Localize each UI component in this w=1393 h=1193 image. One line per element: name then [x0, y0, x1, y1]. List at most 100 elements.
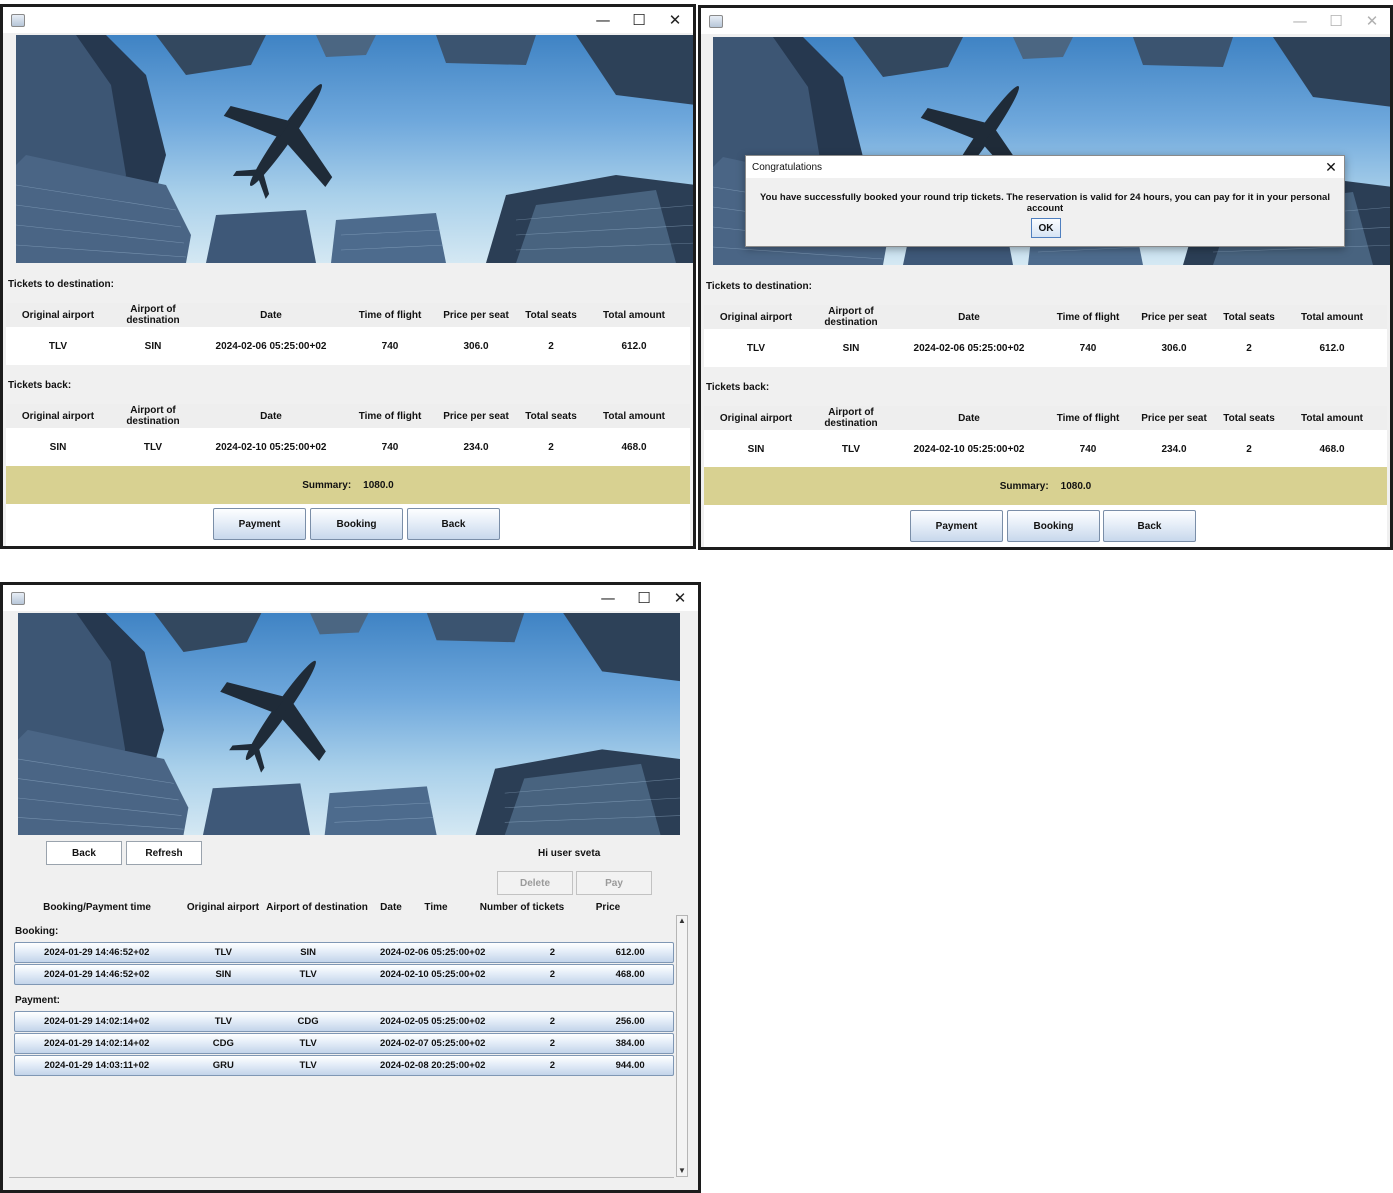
hero-banner	[18, 613, 680, 835]
back-button[interactable]: Back	[1103, 510, 1196, 542]
summary-value: 1080.0	[1060, 480, 1092, 492]
cell: 2024-02-10 05:25:00+02	[215, 441, 327, 453]
cell: 2	[1246, 342, 1252, 354]
cell: SIN	[49, 441, 67, 453]
summary-value: 1080.0	[363, 479, 394, 491]
table-header: Original airport Airport of destination …	[6, 303, 690, 327]
col-seats: Total seats	[525, 309, 577, 321]
back-button[interactable]: Back	[46, 841, 122, 865]
cell: 468.0	[1319, 443, 1345, 455]
close-icon[interactable]: ✕	[662, 585, 698, 611]
summary-bar: Summary: 1080.0	[6, 466, 690, 504]
tickets-back-label: Tickets back:	[706, 382, 770, 393]
cell: 2024-01-29 14:02:14+02	[44, 1038, 150, 1049]
minimize-icon[interactable]: —	[590, 585, 626, 611]
ok-button[interactable]: OK	[1031, 218, 1061, 238]
col-seats: Total seats	[525, 410, 577, 422]
maximize-icon[interactable]: ☐	[1318, 8, 1354, 34]
hero-banner	[16, 35, 693, 263]
cell: 2024-02-10 05:25:00+02	[913, 443, 1025, 455]
summary-label: Summary:	[302, 479, 352, 491]
col-original-airport: Original airport	[186, 901, 260, 913]
col-time: Time of flight	[1056, 311, 1120, 323]
table-row: SIN TLV 2024-02-10 05:25:00+02 740 234.0…	[704, 430, 1387, 468]
java-app-icon	[709, 14, 723, 28]
refresh-button[interactable]: Refresh	[126, 841, 202, 865]
payment-button[interactable]: Payment	[910, 510, 1003, 542]
booking-button[interactable]: Booking	[310, 508, 403, 540]
cell: 2024-02-10 05:25:00+02	[380, 969, 486, 980]
cell: 2024-02-05 05:25:00+02	[380, 1016, 486, 1027]
cell: SIN	[747, 443, 765, 455]
booking-window-confirmation: — ☐ ✕ Tickets to destination: Original a…	[698, 5, 1393, 550]
cell: 2024-01-29 14:46:52+02	[44, 969, 150, 980]
list-item[interactable]: 2024-01-29 14:02:14+02 TLV CDG 2024-02-0…	[14, 1011, 674, 1032]
cell: 612.0	[1319, 342, 1345, 354]
cell: 740	[1079, 342, 1097, 354]
sky-buildings-image	[18, 613, 680, 835]
tickets-to-label: Tickets to destination:	[706, 281, 812, 292]
booking-group-label: Booking:	[15, 926, 59, 937]
close-icon[interactable]: ✕	[1318, 159, 1344, 176]
cell: 2	[1246, 443, 1252, 455]
cell: 2024-01-29 14:03:11+02	[44, 1060, 150, 1071]
cell: TLV	[48, 340, 68, 352]
cell: TLV	[299, 969, 317, 980]
back-button[interactable]: Back	[407, 508, 500, 540]
minimize-icon[interactable]: —	[585, 7, 621, 33]
col-date: Date	[958, 311, 980, 323]
cell: 2	[549, 1060, 555, 1071]
cell: 256.00	[615, 1016, 645, 1027]
vertical-scrollbar[interactable]: ▲ ▼	[676, 915, 688, 1177]
cell: TLV	[214, 947, 232, 958]
booking-button[interactable]: Booking	[1007, 510, 1100, 542]
scroll-down-icon[interactable]: ▼	[677, 1166, 687, 1176]
col-total: Total amount	[602, 410, 666, 422]
minimize-icon[interactable]: —	[1282, 8, 1318, 34]
close-icon[interactable]: ✕	[1354, 8, 1390, 34]
col-seats: Total seats	[1223, 412, 1275, 424]
col-destination: Airport of destination	[126, 405, 180, 427]
cell: 468.0	[621, 441, 647, 453]
close-icon[interactable]: ✕	[657, 7, 693, 33]
maximize-icon[interactable]: ☐	[621, 7, 657, 33]
cell: CDG	[297, 1016, 319, 1027]
cell: TLV	[299, 1038, 317, 1049]
cell: 2024-02-06 05:25:00+02	[215, 340, 327, 352]
payment-button[interactable]: Payment	[213, 508, 306, 540]
cell: 2024-02-08 20:25:00+02	[380, 1060, 486, 1071]
cell: 740	[1079, 443, 1097, 455]
table-row: TLV SIN 2024-02-06 05:25:00+02 740 306.0…	[6, 327, 690, 365]
col-date: Date	[260, 309, 282, 321]
cell: 2	[549, 947, 555, 958]
cell: 2	[549, 1038, 555, 1049]
summary-label: Summary:	[999, 480, 1049, 492]
col-total: Total amount	[602, 309, 666, 321]
col-date: Date	[260, 410, 282, 422]
list-item[interactable]: 2024-01-29 14:03:11+02 GRU TLV 2024-02-0…	[14, 1055, 674, 1076]
table-header: Original airport Airport of destination …	[704, 305, 1387, 329]
col-original-airport: Original airport	[21, 410, 95, 422]
dialog-title: Congratulations	[752, 161, 823, 173]
list-item[interactable]: 2024-01-29 14:46:52+02 TLV SIN 2024-02-0…	[14, 942, 674, 963]
col-time: Time of flight	[1056, 412, 1120, 424]
cell: 612.0	[621, 340, 647, 352]
list-item[interactable]: 2024-01-29 14:46:52+02 SIN TLV 2024-02-1…	[14, 964, 674, 985]
col-number-of-tickets: Number of tickets	[479, 901, 565, 913]
delete-button[interactable]: Delete	[497, 871, 573, 895]
cell: TLV	[143, 441, 163, 453]
cell: TLV	[299, 1060, 317, 1071]
scroll-up-icon[interactable]: ▲	[677, 916, 687, 926]
col-price: Price per seat	[1141, 412, 1207, 424]
dialog-body: You have successfully booked your round …	[746, 178, 1344, 246]
cell: 740	[381, 441, 399, 453]
pay-button[interactable]: Pay	[576, 871, 652, 895]
divider	[9, 1177, 674, 1178]
col-price: Price per seat	[443, 309, 509, 321]
list-item[interactable]: 2024-01-29 14:02:14+02 CDG TLV 2024-02-0…	[14, 1033, 674, 1054]
dialog-message: You have successfully booked your round …	[760, 192, 1330, 214]
cell: 234.0	[463, 441, 489, 453]
table-row: SIN TLV 2024-02-10 05:25:00+02 740 234.0…	[6, 428, 690, 466]
maximize-icon[interactable]: ☐	[626, 585, 662, 611]
col-price: Price per seat	[1141, 311, 1207, 323]
